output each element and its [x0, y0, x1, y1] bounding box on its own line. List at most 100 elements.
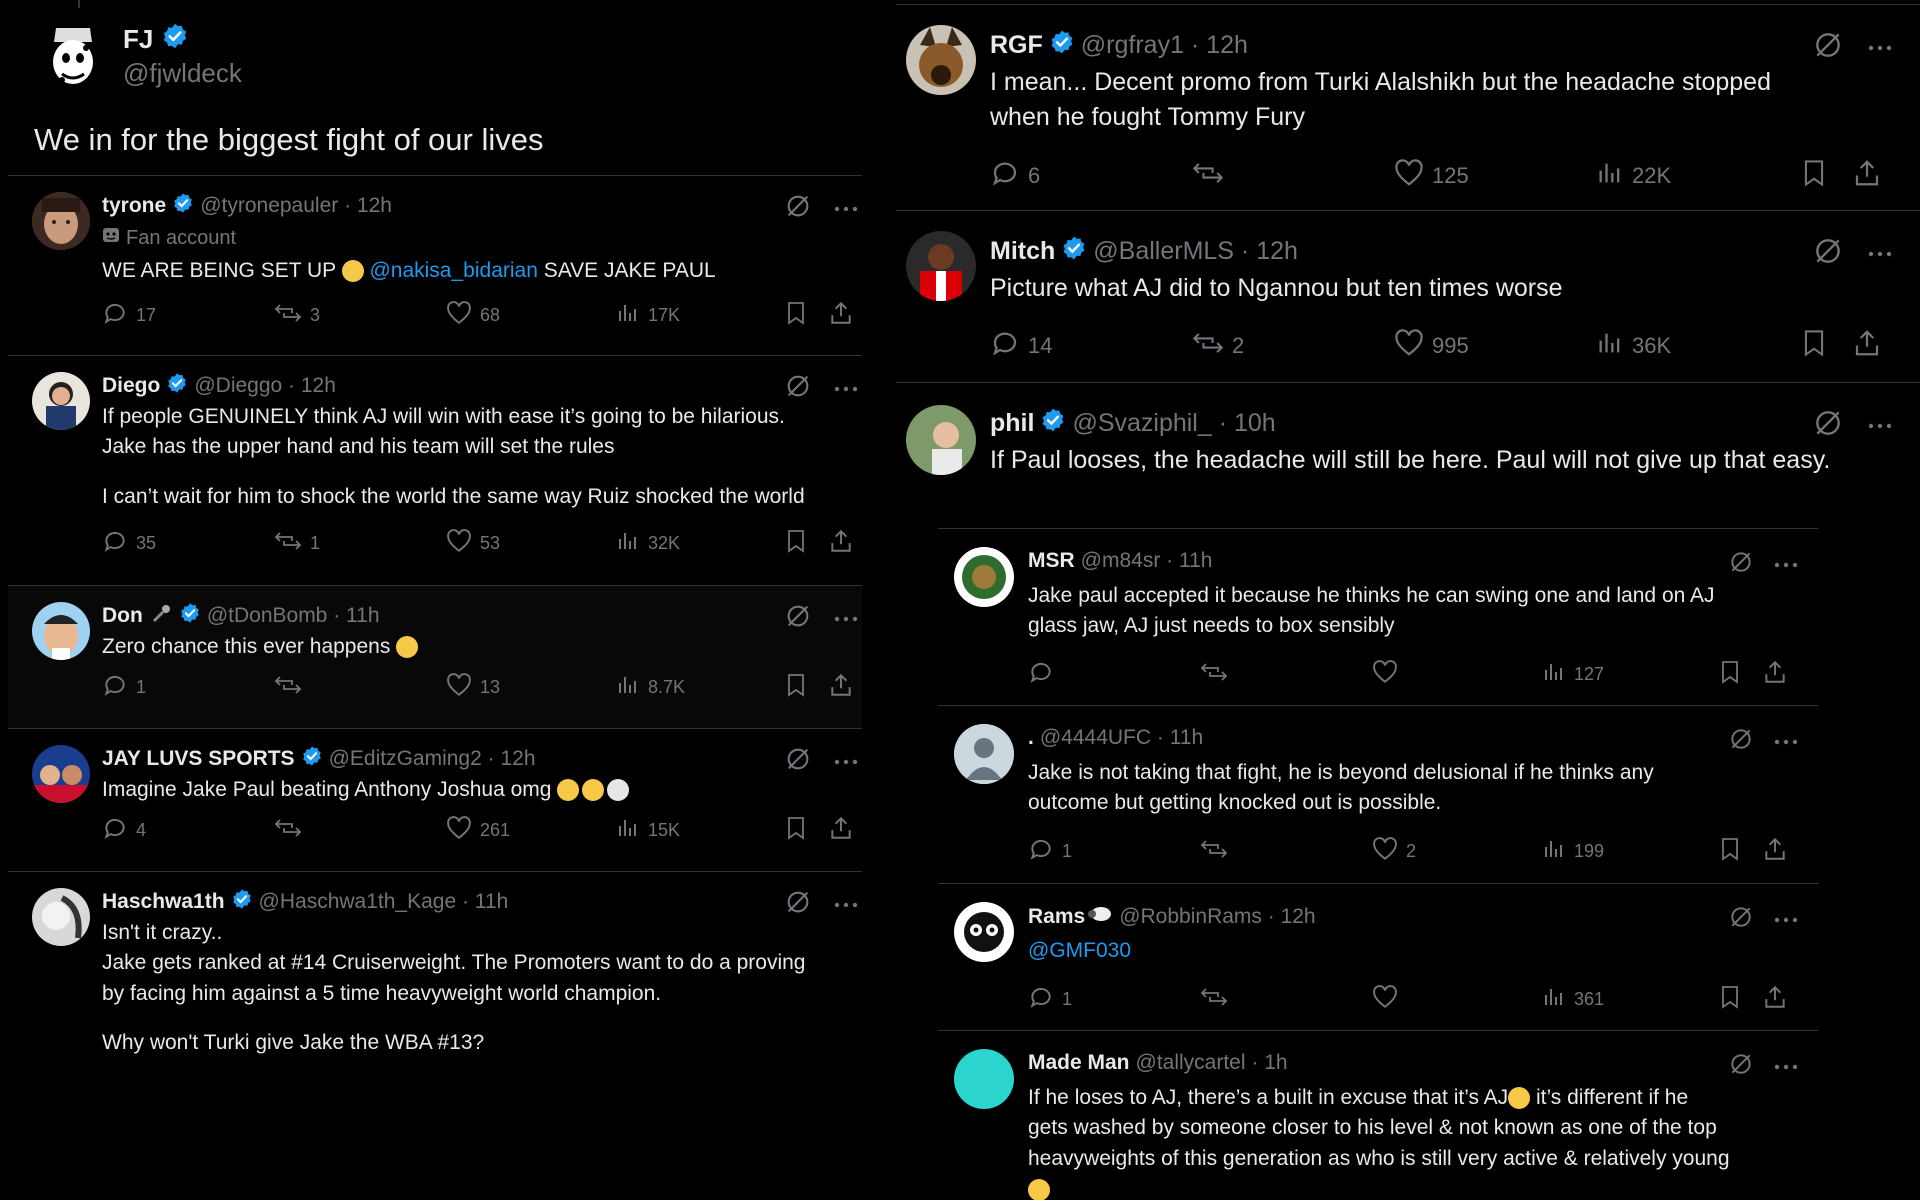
- grok-icon[interactable]: [784, 372, 812, 405]
- grok-icon[interactable]: [784, 602, 812, 635]
- avatar[interactable]: [906, 231, 976, 301]
- bookmark-button[interactable]: [784, 815, 808, 846]
- reply-post[interactable]: tyrone @tyronepauler · 12h Fan account W…: [8, 176, 862, 356]
- author-handle[interactable]: @m84sr · 11h: [1081, 549, 1213, 573]
- main-post[interactable]: FJ @fjwldeck We in for the biggest fight…: [8, 0, 862, 176]
- avatar[interactable]: [954, 547, 1014, 607]
- author-handle[interactable]: @Dieggo · 12h: [194, 374, 336, 398]
- grok-icon[interactable]: [1728, 549, 1754, 580]
- like-button[interactable]: 13: [446, 672, 500, 702]
- avatar[interactable]: [32, 372, 90, 430]
- like-button[interactable]: 53: [446, 528, 500, 558]
- views-button[interactable]: 22K: [1596, 159, 1671, 193]
- reply-button[interactable]: 1: [102, 672, 146, 703]
- author-name[interactable]: JAY LUVS SPORTS: [102, 747, 295, 771]
- bookmark-button[interactable]: [1718, 836, 1742, 867]
- avatar[interactable]: [954, 1049, 1014, 1109]
- views-button[interactable]: 127: [1542, 660, 1604, 689]
- author-handle[interactable]: @tyronepauler · 12h: [200, 194, 392, 218]
- reply-button[interactable]: 35: [102, 528, 156, 559]
- author-name-row[interactable]: FJ: [123, 22, 189, 57]
- bookmark-button[interactable]: [784, 528, 808, 559]
- author-name[interactable]: Mitch: [990, 237, 1055, 266]
- author-handle[interactable]: @RobbinRams · 12h: [1119, 905, 1315, 929]
- repost-button[interactable]: 1: [274, 528, 320, 559]
- grok-icon[interactable]: [1728, 1051, 1754, 1082]
- views-button[interactable]: 361: [1542, 985, 1604, 1014]
- bookmark-button[interactable]: [1800, 158, 1828, 194]
- repost-button[interactable]: [1200, 836, 1236, 867]
- reply-button[interactable]: 6: [990, 158, 1040, 194]
- avatar[interactable]: [32, 602, 90, 660]
- bookmark-button[interactable]: [784, 300, 808, 331]
- grok-icon[interactable]: [1812, 29, 1844, 66]
- author-handle[interactable]: @fjwldeck: [123, 58, 242, 89]
- repost-button[interactable]: [274, 672, 310, 703]
- reply-button[interactable]: 4: [102, 815, 146, 846]
- author-name[interactable]: Diego: [102, 374, 160, 398]
- share-button[interactable]: [1852, 158, 1882, 194]
- author-name[interactable]: FJ: [123, 24, 153, 55]
- author-handle[interactable]: @rgfray1 · 12h: [1081, 31, 1248, 60]
- views-button[interactable]: 32K: [616, 529, 680, 558]
- reply-post[interactable]: . @4444UFC · 11h Jake is not taking that…: [938, 705, 1818, 883]
- repost-button[interactable]: 3: [274, 300, 320, 331]
- views-button[interactable]: 36K: [1596, 329, 1671, 363]
- author-name[interactable]: phil: [990, 409, 1034, 438]
- more-options-icon[interactable]: [1774, 911, 1798, 929]
- author-name[interactable]: .: [1028, 726, 1034, 750]
- author-handle[interactable]: @EditzGaming2 · 12h: [329, 747, 536, 771]
- grok-icon[interactable]: [784, 745, 812, 778]
- like-button[interactable]: 125: [1394, 159, 1469, 193]
- more-options-icon[interactable]: [834, 753, 858, 771]
- like-button[interactable]: 995: [1394, 329, 1469, 363]
- grok-icon[interactable]: [1812, 407, 1844, 444]
- more-options-icon[interactable]: [834, 200, 858, 218]
- author-name[interactable]: tyrone: [102, 194, 166, 218]
- like-button[interactable]: [1372, 659, 1406, 689]
- share-button[interactable]: [1762, 836, 1788, 867]
- bookmark-button[interactable]: [1718, 984, 1742, 1015]
- author-handle[interactable]: @tallycartel · 1h: [1136, 1051, 1288, 1075]
- share-button[interactable]: [828, 672, 854, 703]
- views-button[interactable]: 8.7K: [616, 673, 685, 702]
- author-name[interactable]: RGF: [990, 31, 1043, 60]
- repost-button[interactable]: 2: [1192, 328, 1244, 364]
- avatar[interactable]: [32, 192, 90, 250]
- avatar[interactable]: [42, 18, 104, 90]
- repost-button[interactable]: [274, 815, 310, 846]
- reply-post[interactable]: JAY LUVS SPORTS @EditzGaming2 · 12h Imag…: [8, 729, 862, 872]
- author-name[interactable]: MSR: [1028, 549, 1075, 573]
- repost-button[interactable]: [1192, 158, 1232, 194]
- avatar[interactable]: [32, 745, 90, 803]
- author-handle[interactable]: @4444UFC · 11h: [1040, 726, 1203, 750]
- author-handle[interactable]: @Haschwa1th_Kage · 11h: [259, 890, 509, 914]
- like-button[interactable]: 68: [446, 300, 500, 330]
- views-button[interactable]: 199: [1542, 837, 1604, 866]
- like-button[interactable]: 2: [1372, 836, 1416, 866]
- reply-post[interactable]: Diego @Dieggo · 12h If people GENUINELY …: [8, 356, 862, 586]
- more-options-icon[interactable]: [1774, 733, 1798, 751]
- share-button[interactable]: [828, 300, 854, 331]
- more-options-icon[interactable]: [834, 610, 858, 628]
- author-name[interactable]: Rams: [1028, 905, 1085, 929]
- mention-link[interactable]: @nakisa_bidarian: [369, 259, 537, 282]
- author-name[interactable]: Haschwa1th: [102, 890, 225, 914]
- mention-link[interactable]: @GMF030: [1028, 939, 1131, 962]
- avatar[interactable]: [954, 902, 1014, 962]
- more-options-icon[interactable]: [1866, 245, 1894, 263]
- reply-post[interactable]: Haschwa1th @Haschwa1th_Kage · 11h Isn't …: [8, 872, 862, 1072]
- reply-post[interactable]: MSR @m84sr · 11h Jake paul accepted it b…: [938, 528, 1818, 705]
- grok-icon[interactable]: [1812, 235, 1844, 272]
- avatar[interactable]: [954, 724, 1014, 784]
- more-options-icon[interactable]: [1866, 417, 1894, 435]
- share-button[interactable]: [828, 815, 854, 846]
- reply-button[interactable]: 1: [1028, 984, 1072, 1015]
- share-button[interactable]: [828, 528, 854, 559]
- author-name[interactable]: Don: [102, 604, 143, 628]
- grok-icon[interactable]: [784, 888, 812, 921]
- like-button[interactable]: [1372, 984, 1406, 1014]
- more-options-icon[interactable]: [834, 896, 858, 914]
- share-button[interactable]: [1852, 328, 1882, 364]
- reply-post[interactable]: Made Man @tallycartel · 1h If he loses t…: [938, 1030, 1818, 1200]
